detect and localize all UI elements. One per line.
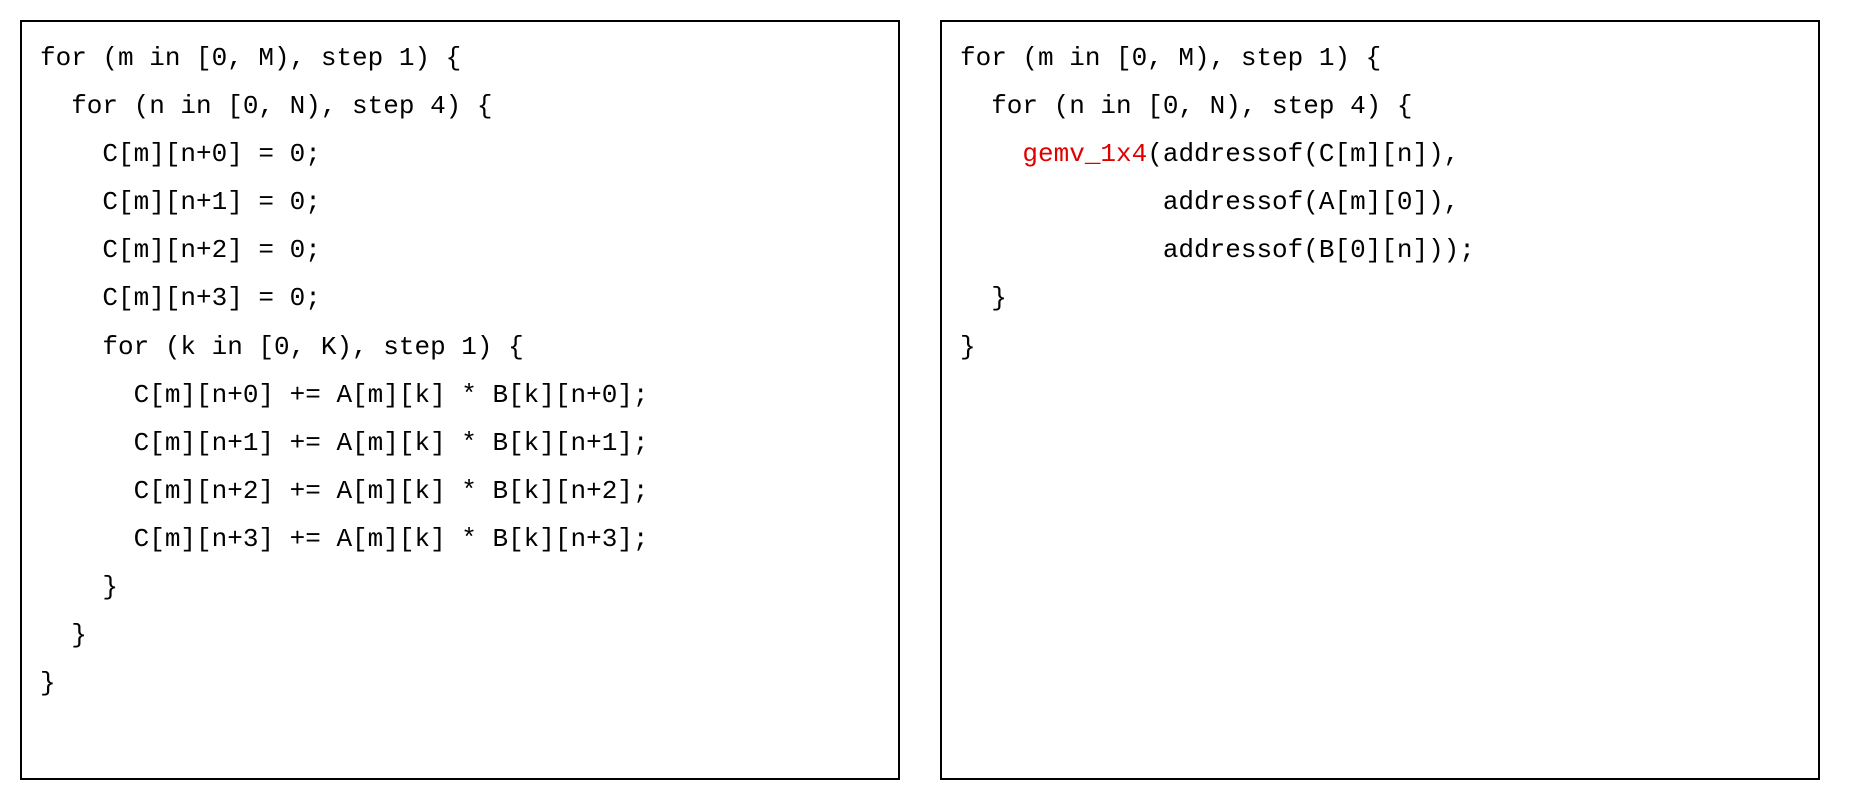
- code-line: C[m][n+3] += A[m][k] * B[k][n+3];: [40, 524, 649, 554]
- gemv-call-arg: addressof(A[m][0]),: [960, 187, 1459, 217]
- left-code-panel: for (m in [0, M), step 1) { for (n in [0…: [20, 20, 900, 780]
- code-line: C[m][n+1] += A[m][k] * B[k][n+1];: [40, 428, 649, 458]
- code-line: }: [960, 332, 976, 362]
- code-line: C[m][n+0] = 0;: [40, 139, 321, 169]
- code-indent: [960, 139, 1022, 169]
- code-line: }: [960, 283, 1007, 313]
- code-line: for (n in [0, N), step 4) {: [40, 91, 492, 121]
- code-line: for (n in [0, N), step 4) {: [960, 91, 1412, 121]
- code-line: C[m][n+1] = 0;: [40, 187, 321, 217]
- code-line: }: [40, 620, 87, 650]
- code-line: C[m][n+0] += A[m][k] * B[k][n+0];: [40, 380, 649, 410]
- gemv-call-arg: addressof(B[0][n]));: [960, 235, 1475, 265]
- code-line: C[m][n+2] += A[m][k] * B[k][n+2];: [40, 476, 649, 506]
- code-line: for (m in [0, M), step 1) {: [40, 43, 461, 73]
- code-line: for (m in [0, M), step 1) {: [960, 43, 1381, 73]
- gemv-call-arg: (addressof(C[m][n]),: [1147, 139, 1459, 169]
- code-line: C[m][n+3] = 0;: [40, 283, 321, 313]
- gemv-call-fn: gemv_1x4: [1022, 139, 1147, 169]
- code-line: }: [40, 668, 56, 698]
- code-line: }: [40, 572, 118, 602]
- right-code-panel: for (m in [0, M), step 1) { for (n in [0…: [940, 20, 1820, 780]
- code-line: for (k in [0, K), step 1) {: [40, 332, 524, 362]
- code-line: C[m][n+2] = 0;: [40, 235, 321, 265]
